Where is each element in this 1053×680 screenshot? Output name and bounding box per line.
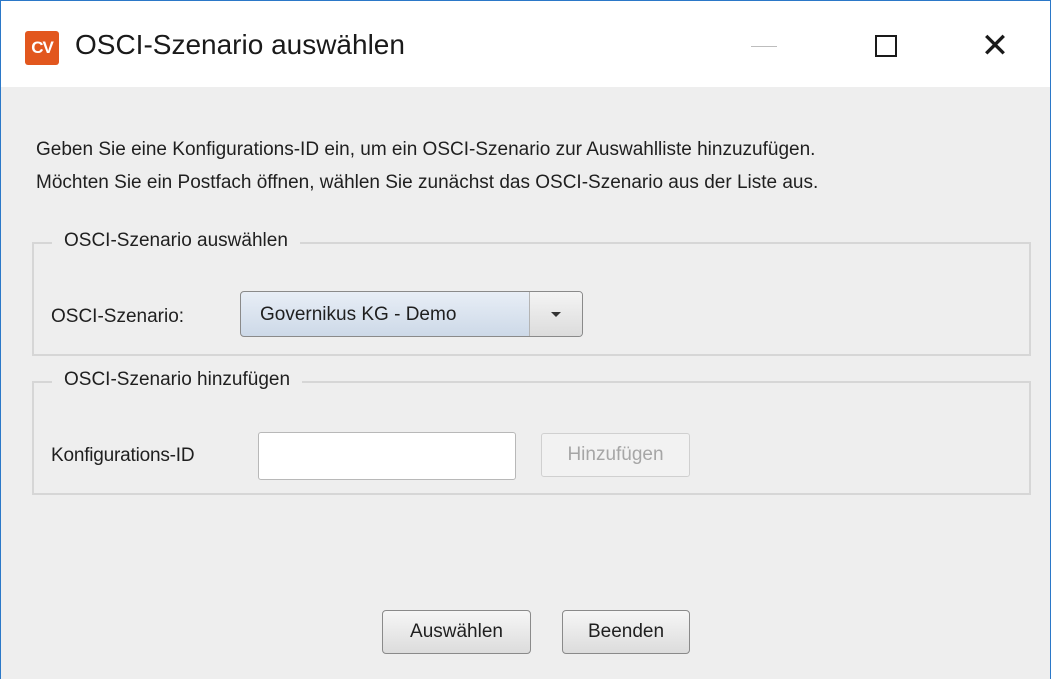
close-icon: ✕ bbox=[980, 26, 1010, 66]
instructions-text: Geben Sie eine Konfigurations-ID ein, um… bbox=[36, 133, 818, 199]
chevron-down-icon bbox=[551, 311, 561, 317]
minimize-icon bbox=[751, 45, 777, 47]
select-button[interactable]: Auswählen bbox=[382, 610, 531, 654]
dropdown-toggle[interactable] bbox=[529, 292, 582, 336]
scenario-dropdown[interactable]: Governikus KG - Demo bbox=[240, 291, 583, 337]
add-scenario-group: OSCI-Szenario hinzufügen Konfigurations-… bbox=[32, 369, 1031, 495]
instructions-line-1: Geben Sie eine Konfigurations-ID ein, um… bbox=[36, 139, 816, 160]
app-logo-text: CV bbox=[31, 38, 54, 57]
dialog-window: CV OSCI-Szenario auswählen ✕ Geben Sie e… bbox=[0, 0, 1051, 679]
title-bar[interactable]: CV OSCI-Szenario auswählen ✕ bbox=[1, 1, 1050, 87]
minimize-button[interactable] bbox=[734, 21, 794, 71]
config-id-input[interactable] bbox=[258, 432, 516, 480]
window-title: OSCI-Szenario auswählen bbox=[75, 29, 405, 60]
close-button[interactable]: ✕ bbox=[965, 21, 1025, 71]
select-scenario-group: OSCI-Szenario auswählen OSCI-Szenario: G… bbox=[32, 230, 1031, 356]
add-scenario-legend: OSCI-Szenario hinzufügen bbox=[52, 369, 303, 391]
config-id-label: Konfigurations-ID bbox=[51, 445, 195, 466]
scenario-label: OSCI-Szenario: bbox=[51, 306, 185, 327]
instructions-line-2: Möchten Sie ein Postfach öffnen, wählen … bbox=[36, 172, 819, 193]
maximize-icon bbox=[875, 35, 897, 57]
select-scenario-legend: OSCI-Szenario auswählen bbox=[52, 230, 300, 252]
scenario-dropdown-value: Governikus KG - Demo bbox=[260, 304, 457, 325]
app-logo-icon: CV bbox=[25, 31, 59, 65]
quit-button[interactable]: Beenden bbox=[562, 610, 690, 654]
add-button[interactable]: Hinzufügen bbox=[541, 433, 690, 477]
maximize-button[interactable] bbox=[856, 21, 916, 71]
